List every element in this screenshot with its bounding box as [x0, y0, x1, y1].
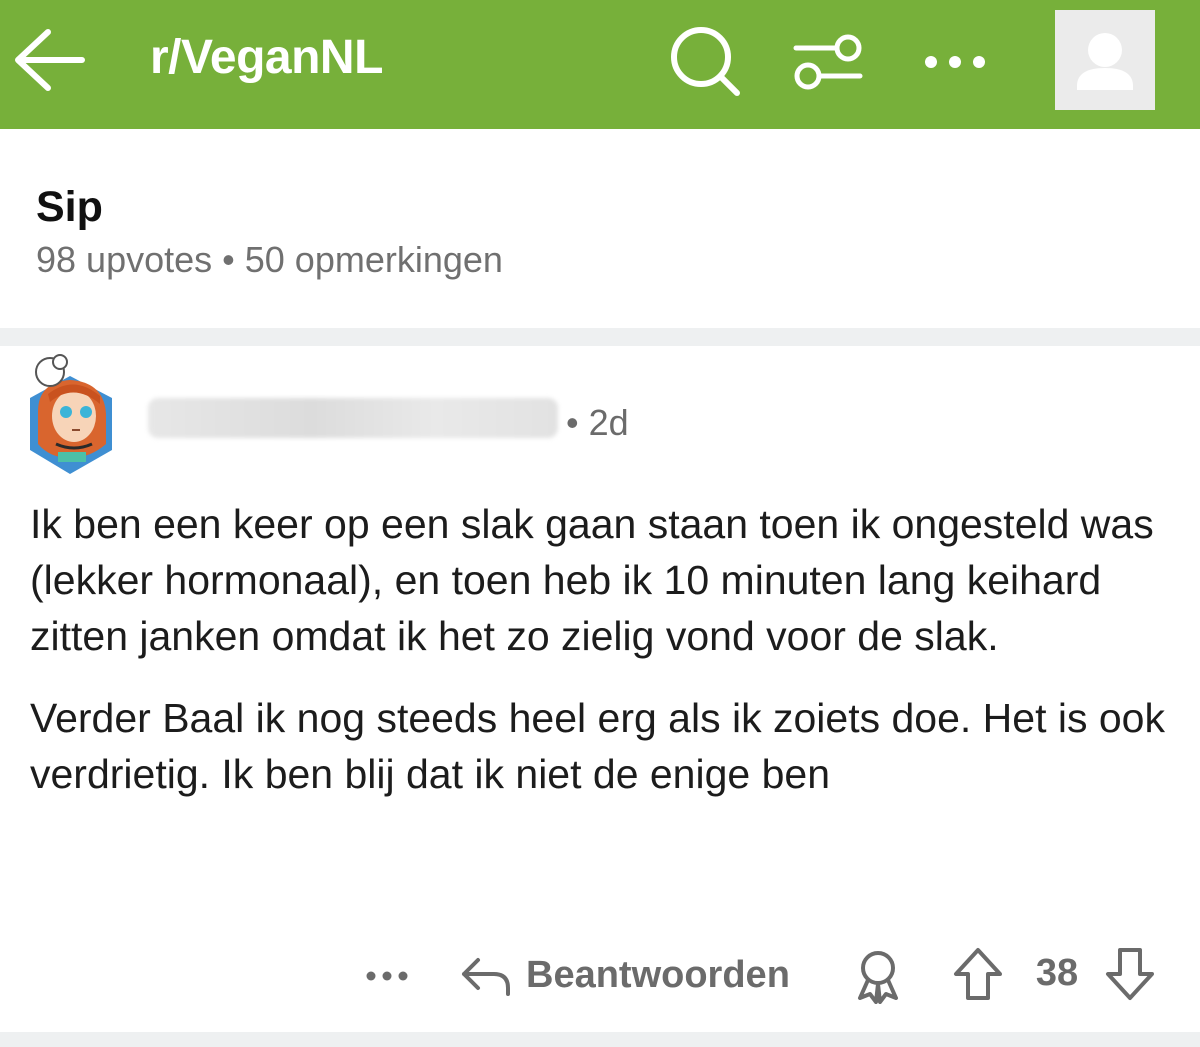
upvote-count: 98 upvotes	[36, 239, 213, 280]
downvote-arrow-icon[interactable]	[1104, 946, 1156, 1002]
commenter-avatar[interactable]	[20, 352, 120, 474]
comment-score: 38	[1035, 952, 1079, 994]
post-meta: 98 upvotes • 50 opmerkingen	[36, 239, 503, 281]
comment-paragraph: Verder Baal ik nog steeds heel erg als i…	[30, 695, 1165, 797]
search-icon[interactable]	[665, 24, 743, 98]
top-bar: r/VeganNL	[0, 0, 1200, 129]
reply-button[interactable]: Beantwoorden	[460, 950, 790, 1000]
comment-actions: Beantwoorden 38	[0, 936, 1200, 1016]
upvote-arrow-icon[interactable]	[952, 946, 1004, 1002]
more-icon[interactable]	[918, 40, 992, 84]
award-icon[interactable]	[852, 948, 904, 1004]
comment: • 2d Ik ben een keer op een slak gaan st…	[0, 346, 1200, 1032]
comment-body: Ik ben een keer op een slak gaan staan t…	[30, 496, 1180, 828]
meta-separator: •	[222, 239, 235, 280]
commenter-username-redacted[interactable]	[148, 398, 558, 438]
section-divider	[0, 328, 1200, 346]
comment-time: • 2d	[566, 402, 629, 443]
reply-label: Beantwoorden	[526, 953, 790, 996]
reply-arrow-icon	[462, 958, 510, 996]
comment-count: 50 opmerkingen	[244, 239, 503, 280]
user-avatar-icon[interactable]	[1055, 10, 1155, 110]
bottom-divider	[0, 1032, 1200, 1047]
back-arrow-icon[interactable]	[10, 24, 86, 96]
filter-icon[interactable]	[792, 30, 864, 94]
subreddit-title[interactable]: r/VeganNL	[150, 30, 383, 85]
post-title[interactable]: Sip	[36, 183, 103, 232]
comment-more-icon[interactable]	[362, 956, 412, 996]
comment-paragraph: Ik ben een keer op een slak gaan staan t…	[30, 501, 1154, 659]
post-header: Sip 98 upvotes • 50 opmerkingen	[0, 129, 1200, 328]
